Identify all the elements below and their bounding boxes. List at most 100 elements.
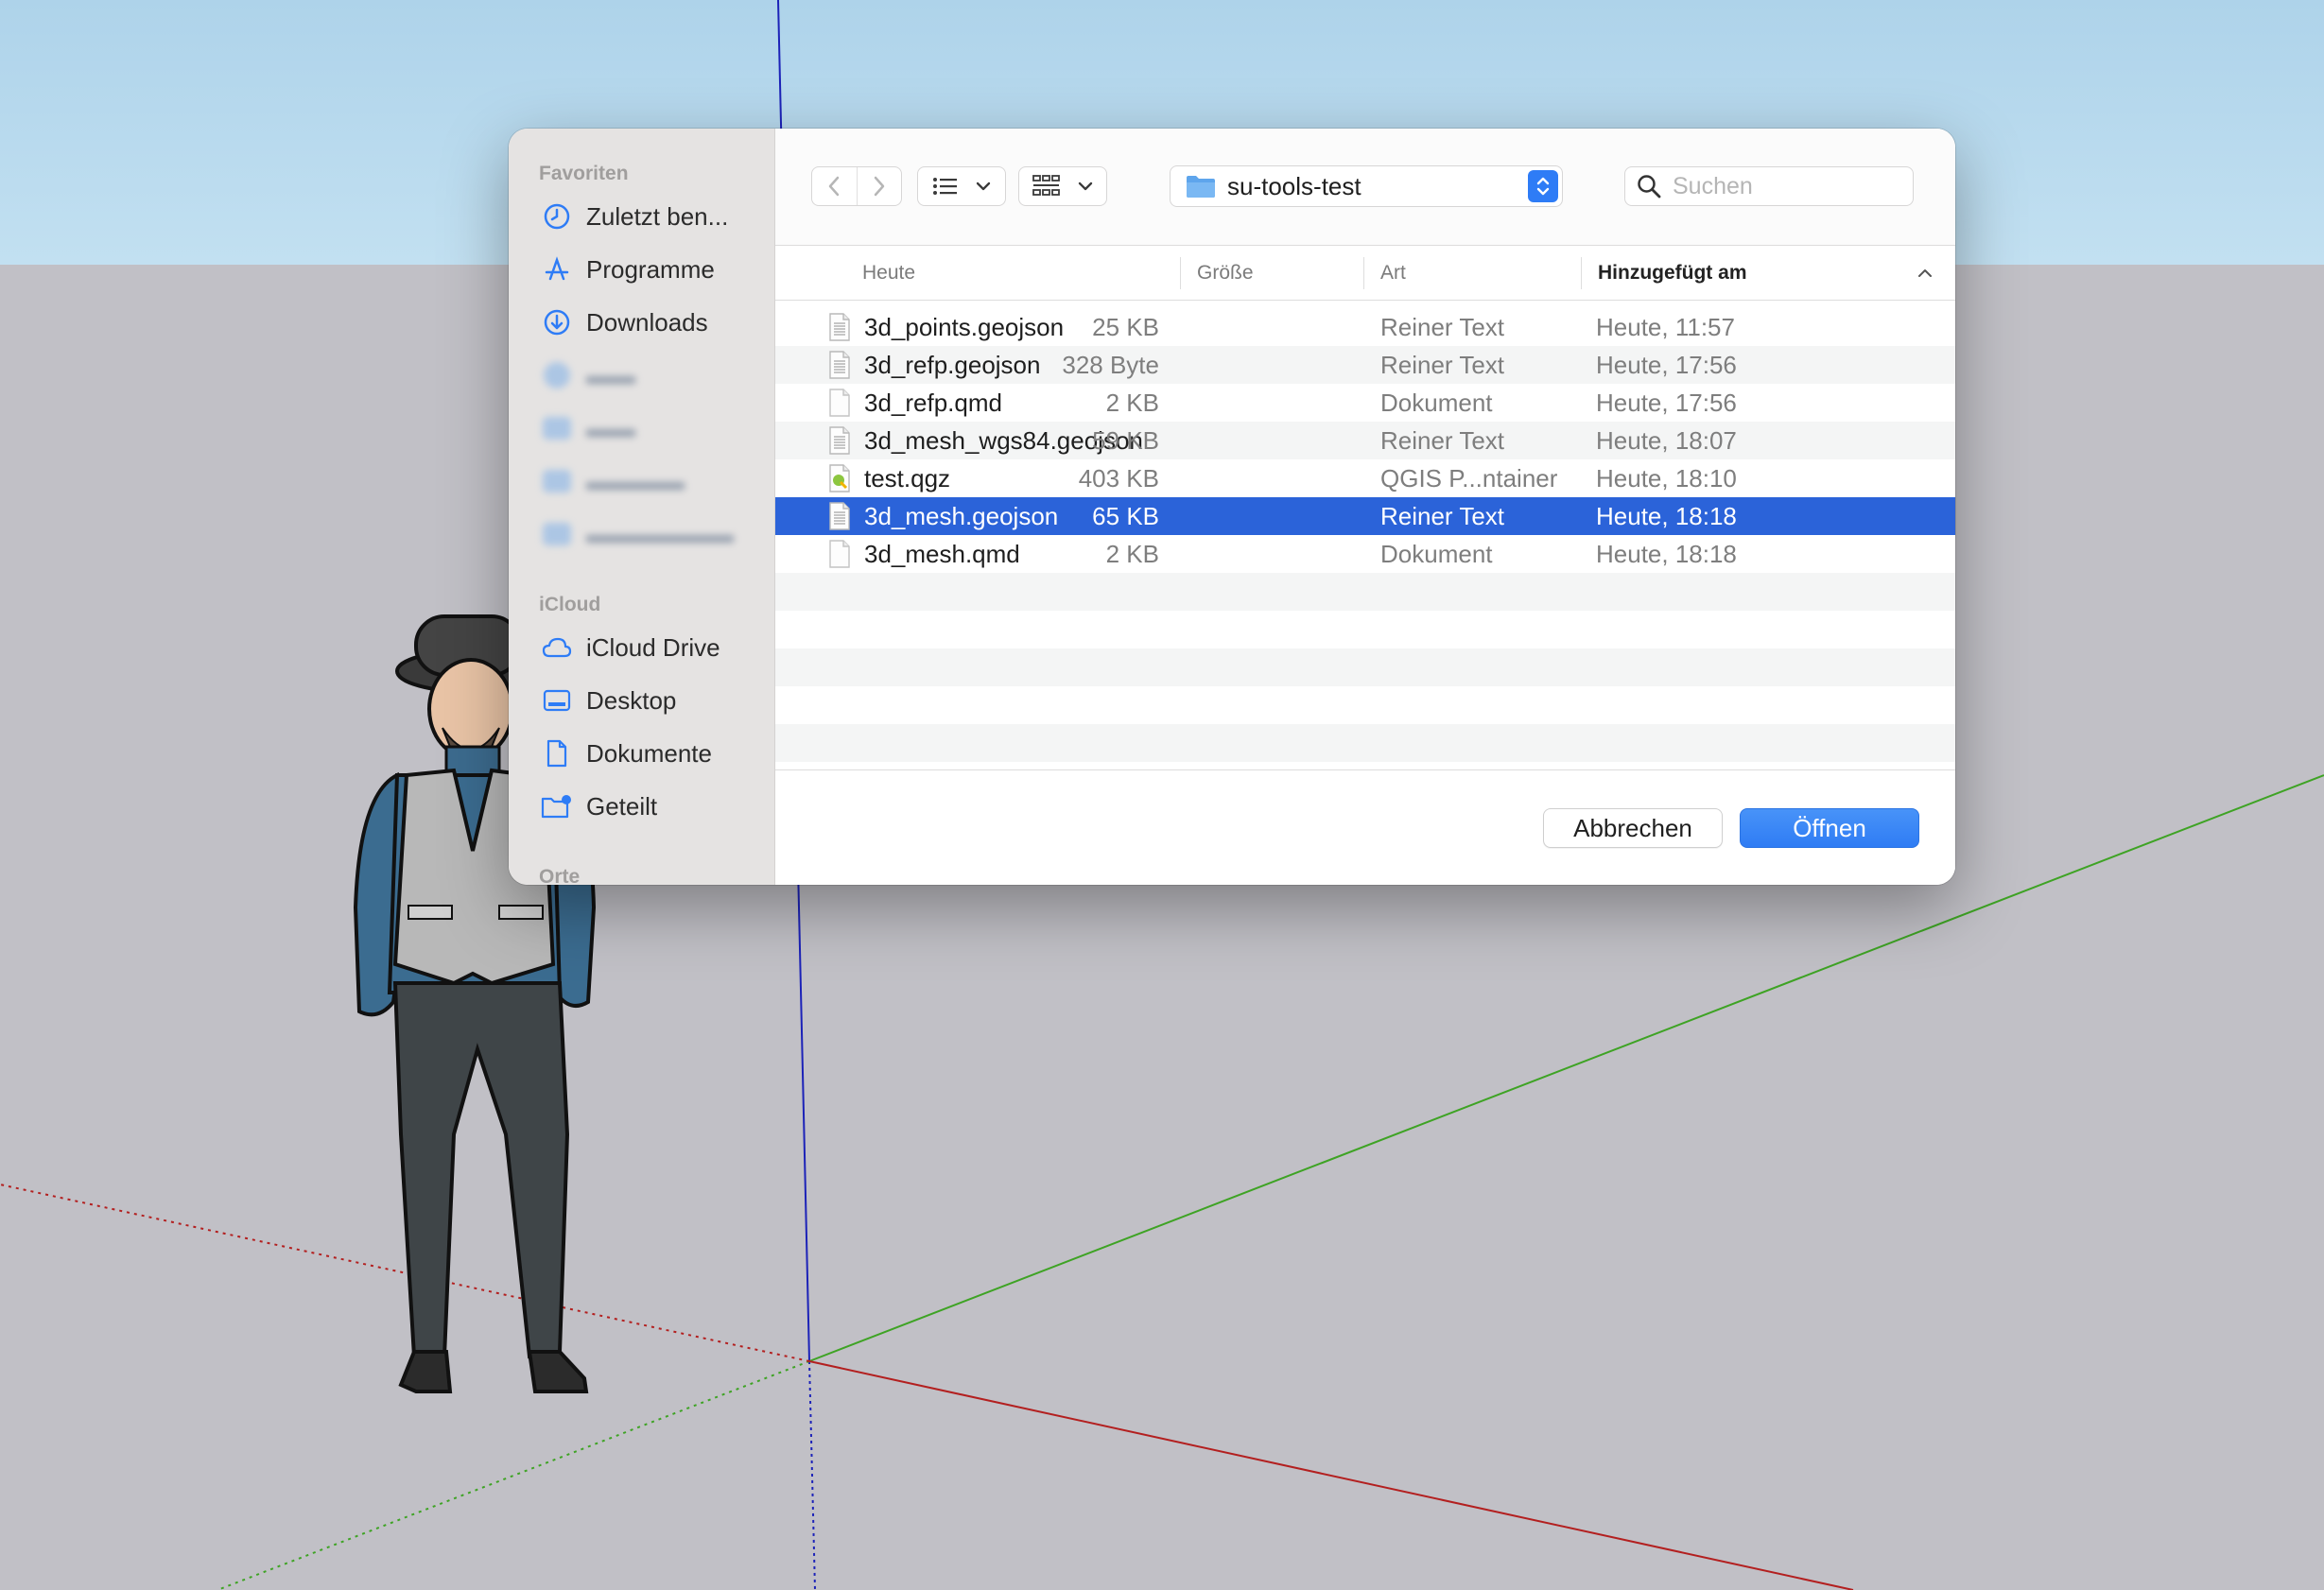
sidebar-item-desktop[interactable]: Desktop (541, 679, 768, 722)
back-button[interactable] (812, 167, 857, 205)
sidebar: Favoriten Zuletzt ben... Programme Downl… (509, 129, 775, 885)
chevron-left-icon (829, 176, 840, 197)
folder-icon (541, 412, 573, 444)
location-popup[interactable]: su-tools-test (1170, 165, 1563, 207)
sidebar-item-recents[interactable]: Zuletzt ben... (541, 195, 768, 238)
empty-row (775, 573, 1955, 611)
open-button[interactable]: Öffnen (1740, 808, 1919, 848)
search-field[interactable] (1624, 166, 1914, 206)
blank-file-icon (828, 389, 853, 417)
sidebar-item-label: iCloud Drive (586, 632, 720, 662)
file-size: 59 KB (1092, 426, 1159, 455)
list-icon (933, 178, 957, 195)
file-kind: Dokument (1380, 389, 1493, 417)
column-name[interactable]: Heute (862, 246, 915, 301)
file-name: 3d_points.geojson (864, 313, 1065, 341)
empty-row (775, 686, 1955, 724)
file-size: 403 KB (1078, 464, 1159, 493)
file-date-added: Heute, 17:56 (1596, 351, 1737, 379)
file-name: 3d_mesh.geojson (864, 502, 1059, 530)
sidebar-item-applications[interactable]: Programme (541, 248, 768, 291)
empty-row (775, 648, 1955, 686)
file-date-added: Heute, 11:57 (1596, 313, 1735, 341)
file-name: 3d_refp.qmd (864, 389, 1002, 417)
sidebar-item-redacted[interactable]: ▬▬ (541, 406, 768, 450)
list-view-button[interactable] (917, 166, 1006, 206)
file-size: 65 KB (1092, 502, 1159, 530)
file-row[interactable]: 3d_points.geojson 25 KB Reiner Text Heute, … (775, 308, 1955, 346)
forward-button[interactable] (856, 167, 901, 205)
column-divider[interactable] (1581, 257, 1582, 289)
file-row[interactable]: 3d_mesh.geojson 65 KB Reiner Text Heute, 18… (775, 497, 1955, 535)
open-file-dialog: Favoriten Zuletzt ben... Programme Downl… (509, 129, 1955, 885)
file-name: 3d_mesh.qmd (864, 540, 1020, 568)
column-kind[interactable]: Art (1380, 246, 1406, 301)
text-file-icon (828, 313, 853, 341)
file-kind: QGIS P...ntainer (1380, 464, 1558, 493)
chevron-updown-icon (1536, 177, 1550, 196)
sidebar-item-label: Geteilt (586, 791, 658, 821)
group-view-button[interactable] (1018, 166, 1107, 206)
location-stepper[interactable] (1528, 170, 1558, 202)
file-date-added: Heute, 18:07 (1596, 426, 1737, 455)
sidebar-item-icloud-drive[interactable]: iCloud Drive (541, 626, 768, 669)
sort-ascending-icon[interactable] (1917, 268, 1933, 278)
apps-icon (541, 253, 573, 285)
cancel-button[interactable]: Abbrechen (1543, 808, 1723, 848)
file-name: test.qgz (864, 464, 951, 493)
folder-icon (541, 465, 573, 497)
sidebar-item-redacted[interactable]: ▬▬▬▬▬▬ (541, 512, 768, 556)
text-file-icon (828, 351, 853, 379)
file-size: 2 KB (1105, 389, 1159, 417)
sidebar-section-locations: Orte (539, 866, 581, 885)
column-divider[interactable] (1180, 257, 1181, 289)
search-icon (1638, 175, 1661, 199)
sidebar-item-label: Dokumente (586, 738, 712, 768)
chevron-right-icon (874, 176, 885, 197)
sidebar-item-label: Zuletzt ben... (586, 201, 729, 231)
shared-folder-icon (541, 790, 573, 822)
folder-icon (1187, 176, 1215, 198)
chevron-down-icon (1078, 181, 1093, 191)
toolbar: su-tools-test (775, 129, 1955, 246)
file-size: 25 KB (1092, 313, 1159, 341)
column-date-added[interactable]: Hinzugefügt am (1598, 246, 1747, 301)
column-size[interactable]: Größe (1197, 246, 1254, 301)
sidebar-item-downloads[interactable]: Downloads (541, 301, 768, 344)
sidebar-item-label: Downloads (586, 307, 708, 337)
file-size: 2 KB (1105, 540, 1159, 568)
file-date-added: Heute, 17:56 (1596, 389, 1737, 417)
file-date-added: Heute, 18:10 (1596, 464, 1737, 493)
file-row[interactable]: test.qgz 403 KB QGIS P...ntainer Heute, 18:… (775, 459, 1955, 497)
chevron-down-icon (976, 181, 991, 191)
file-browser: su-tools-test Heute Größe Art Hinzugefüg… (775, 129, 1955, 885)
grid-icon (1032, 175, 1060, 196)
sidebar-item-shared[interactable]: Geteilt (541, 785, 768, 828)
file-row[interactable]: 3d_refp.qmd 2 KB Dokument Heute, 17:56 (775, 384, 1955, 422)
sidebar-item-documents[interactable]: Dokumente (541, 732, 768, 775)
folder-icon (541, 359, 573, 391)
sidebar-section-favorites: Favoriten (539, 163, 629, 184)
file-date-added: Heute, 18:18 (1596, 540, 1737, 568)
search-input[interactable] (1673, 172, 1899, 200)
file-list: 3d_points.geojson 25 KB Reiner Text Heute, … (775, 308, 1955, 762)
file-date-added: Heute, 18:18 (1596, 502, 1737, 530)
sidebar-item-label: Desktop (586, 685, 677, 715)
sidebar-item-label: Programme (586, 254, 715, 284)
text-file-icon (828, 502, 853, 530)
file-kind: Reiner Text (1380, 502, 1505, 530)
dialog-footer: Abbrechen Öffnen (775, 769, 1955, 885)
cloud-icon (541, 631, 573, 664)
file-row[interactable]: 3d_mesh_wgs84.geojson 59 KB Reiner Text Heu… (775, 422, 1955, 459)
file-row[interactable]: 3d_mesh.qmd 2 KB Dokument Heute, 18:18 (775, 535, 1955, 573)
navigation-buttons (811, 166, 902, 206)
folder-icon (541, 518, 573, 550)
file-row[interactable]: 3d_refp.geojson 328 Byte Reiner Text Heute,… (775, 346, 1955, 384)
sidebar-item-redacted[interactable]: ▬▬ (541, 354, 768, 397)
download-icon (541, 306, 573, 338)
desktop-icon (541, 684, 573, 717)
column-divider[interactable] (1363, 257, 1364, 289)
sidebar-item-redacted[interactable]: ▬▬▬▬ (541, 459, 768, 503)
sidebar-section-icloud: iCloud (539, 594, 601, 615)
document-icon (541, 737, 573, 769)
